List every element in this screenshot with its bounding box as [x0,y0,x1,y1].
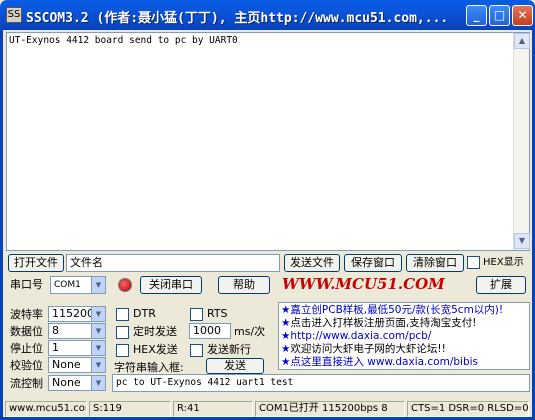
file-name-field[interactable]: 文件名 [66,254,280,272]
chevron-down-icon[interactable]: ▼ [91,341,105,355]
promo-link[interactable]: ★点这里直接进入 www.daxia.com/bibis [281,356,478,369]
data-bits-label: 数据位 [10,325,43,338]
status-port-state: COM1已打开 115200bps 8 [255,401,405,417]
promo-link[interactable]: ★嘉立创PCB样板,最低50元/款(长宽5cm以内)! [281,304,503,317]
hex-send-label: HEX发送 [133,343,178,356]
port-select[interactable]: COM1 ▼ [50,276,106,294]
receive-text: UT-Exynos 4412 board send to pc by UART0 [9,35,238,46]
promo-panel: ★嘉立创PCB样板,最低50元/款(长宽5cm以内)! ★点击进入打样板注册页面… [278,302,530,370]
chevron-down-icon[interactable]: ▼ [91,376,105,390]
baud-value: 115200 [52,307,94,320]
receive-textarea[interactable]: UT-Exynos 4412 board send to pc by UART0… [6,32,530,251]
baud-select[interactable]: 115200 ▼ [48,306,106,322]
vertical-scrollbar[interactable]: ▲ ▼ [513,33,530,250]
status-signals: CTS=1 DSR=0 RLSD=0 [407,401,529,417]
title-bar[interactable]: SS SSCOM3.2 (作者:聂小猛(丁丁), 主页http://www.mc… [0,0,535,30]
parity-label: 校验位 [10,359,43,372]
expand-button[interactable]: 扩展 [476,276,526,294]
interval-input[interactable]: 1000 [189,323,231,339]
app-icon: SS [6,7,22,23]
star-icon: ★ [281,356,291,368]
scroll-down-icon[interactable]: ▼ [514,233,530,249]
scroll-up-icon[interactable]: ▲ [514,33,530,49]
port-label: 串口号 [10,278,43,291]
window-title: SSCOM3.2 (作者:聂小猛(丁丁), 主页http://www.mcu51… [26,11,449,26]
rts-checkbox[interactable] [190,308,203,321]
star-icon: ★ [281,343,291,355]
parity-value: None [52,358,81,371]
timed-send-checkbox[interactable] [116,326,129,339]
stop-bits-select[interactable]: 1 ▼ [48,340,106,356]
stop-bits-value: 1 [52,341,59,354]
status-site: www.mcu51.com [5,401,87,417]
flow-control-select[interactable]: None ▼ [48,375,106,391]
interval-unit-label: ms/次 [234,325,266,338]
send-newline-checkbox[interactable] [190,344,203,357]
hex-display-checkbox[interactable] [467,256,480,269]
star-icon: ★ [281,304,291,316]
mcu51-logo[interactable]: WWW.MCU51.COM [282,275,445,293]
flow-control-label: 流控制 [10,377,43,390]
star-icon: ★ [281,317,291,329]
status-bar: www.mcu51.com S:119 R:41 COM1已打开 115200b… [3,400,532,417]
send-button[interactable]: 发送 [206,358,264,374]
dtr-checkbox[interactable] [116,308,129,321]
port-status-led-icon [118,278,132,292]
promo-link[interactable]: ★点击进入打样板注册页面,支持淘宝支付! [281,317,476,330]
rts-label: RTS [207,307,228,320]
timed-send-label: 定时发送 [133,325,177,338]
promo-link[interactable]: ★http://www.daxia.com/pcb/ [281,330,431,343]
chevron-down-icon[interactable]: ▼ [91,307,105,321]
star-icon: ★ [281,330,291,342]
hex-send-checkbox[interactable] [116,344,129,357]
port-value: COM1 [54,280,81,290]
close-port-button[interactable]: 关闭串口 [140,276,202,294]
hex-display-label: HEX显示 [483,257,524,268]
baud-label: 波特率 [10,308,43,321]
stop-bits-label: 停止位 [10,342,43,355]
data-bits-select[interactable]: 8 ▼ [48,323,106,339]
chevron-down-icon[interactable]: ▼ [91,277,105,293]
flow-control-value: None [52,376,81,389]
help-button[interactable]: 帮助 [218,276,270,294]
chevron-down-icon[interactable]: ▼ [91,324,105,338]
data-bits-value: 8 [52,324,59,337]
dtr-label: DTR [133,307,156,320]
send-newline-label: 发送新行 [207,343,251,356]
chevron-down-icon[interactable]: ▼ [91,358,105,372]
status-received-count: R:41 [173,401,253,417]
string-input-label: 字符串输入框: [114,361,184,374]
status-sent-count: S:119 [89,401,171,417]
clear-window-button[interactable]: 清除窗口 [406,254,464,272]
promo-link[interactable]: ★欢迎访问大虾电子网的大虾论坛!! [281,343,446,356]
save-window-button[interactable]: 保存窗口 [344,254,402,272]
maximize-button[interactable]: □ [489,5,510,26]
send-file-button[interactable]: 发送文件 [284,254,340,272]
close-button[interactable]: ✕ [512,5,533,26]
open-file-button[interactable]: 打开文件 [8,254,64,272]
minimize-button[interactable]: _ [466,5,487,26]
send-text-input[interactable]: pc to UT-Exynos 4412 uart1 test [112,374,530,392]
parity-select[interactable]: None ▼ [48,357,106,373]
